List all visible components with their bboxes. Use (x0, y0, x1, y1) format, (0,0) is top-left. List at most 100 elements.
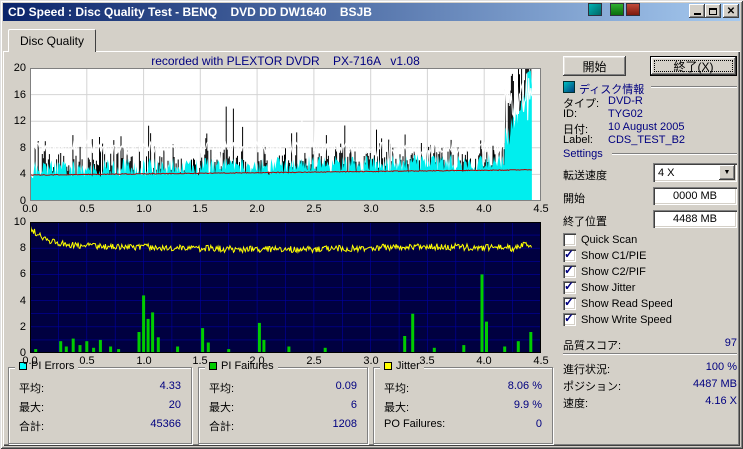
x-axis-tick: 4.5 (533, 355, 549, 367)
tab-disc-quality[interactable]: Disc Quality (8, 29, 96, 52)
show-read-speed-checkbox[interactable]: ✓ (563, 295, 576, 310)
pi-errors-avg-label: 平均: (19, 383, 45, 395)
progress-value: 100 % (705, 361, 737, 373)
speed-label: 速度: (563, 398, 589, 410)
show-jitter-checkbox[interactable]: ✓ (563, 279, 576, 294)
jitter-max-value: 9.9 % (513, 399, 542, 411)
app-window: CD Speed : Disc Quality Test - BENQ DVD … (0, 0, 743, 449)
position-value: 4487 MB (692, 378, 737, 390)
minimize-button[interactable] (689, 4, 705, 18)
disc-info-divider (651, 86, 737, 88)
pi-failures-avg-value: 0.09 (335, 380, 357, 392)
y-axis-tick: 6 (19, 268, 26, 280)
x-axis-tick: 1.5 (192, 355, 208, 367)
start-position-label: 開始 (563, 193, 585, 205)
pi-failures-max-value: 6 (350, 399, 357, 411)
pi-failures-total-value: 1208 (332, 418, 357, 430)
show-write-speed-checkbox[interactable]: ✓ (563, 311, 576, 326)
focus-ring (654, 60, 733, 72)
start-position-value: 0000 MB (672, 190, 718, 202)
disc-id-label: ID: (563, 108, 578, 120)
start-position-field[interactable]: 0000 MB (653, 187, 737, 205)
check-icon: ✓ (564, 279, 575, 293)
x-axis-tick: 4.0 (476, 203, 492, 215)
speed-combobox[interactable]: 4 X ▼ (653, 163, 737, 182)
x-axis-tick: 1.0 (136, 203, 152, 215)
show-jitter-label: Show Jitter (581, 282, 636, 294)
pi-errors-max-value: 20 (168, 399, 181, 411)
check-icon: ✓ (564, 263, 575, 277)
show-c1-pie-label: Show C1/PIE (581, 250, 647, 262)
disc-type-value: DVD-R (608, 95, 643, 107)
pi-failures-panel: PI Failures 平均: 0.09 最大: 6 合計: 1208 (198, 360, 368, 444)
pi-failures-total-label: 合計: (209, 421, 235, 433)
end-position-field[interactable]: 4488 MB (653, 210, 737, 228)
minimize-icon (693, 13, 701, 15)
y-axis-tick: 8 (19, 242, 26, 254)
end-position-value: 4488 MB (672, 213, 718, 225)
y-axis-tick: 4 (19, 168, 26, 180)
check-icon: ✓ (564, 247, 575, 261)
jitter-panel: Jitter 平均: 8.06 % 最大: 9.9 % PO Failures:… (373, 360, 553, 444)
jitter-avg-value: 8.06 % (507, 380, 542, 392)
show-c2-pif-checkbox[interactable]: ✓ (563, 263, 576, 278)
pi-errors-total-value: 45366 (150, 418, 181, 430)
disc-label-value: CDS_TEST_B2 (608, 134, 686, 146)
pi-errors-chart (30, 68, 541, 201)
x-axis-tick: 1.0 (136, 355, 152, 367)
quick-scan-checkbox[interactable] (563, 233, 576, 246)
show-c2-pif-label: Show C2/PIF (581, 266, 646, 278)
settings-title: Settings (563, 148, 603, 160)
pi-errors-total-label: 合計: (19, 421, 45, 433)
x-axis-tick: 1.5 (192, 203, 208, 215)
y-axis-tick: 10 (13, 216, 26, 228)
window-controls: ✕ (689, 4, 739, 18)
close-button[interactable]: ✕ (723, 4, 739, 18)
x-axis-tick: 4.5 (533, 203, 549, 215)
red-book-icon[interactable] (626, 2, 640, 16)
speed-value: 4.16 X (705, 395, 737, 407)
x-axis-tick: 4.0 (476, 355, 492, 367)
exit-button[interactable]: 終了(X) (650, 56, 737, 76)
jitter-avg-label: 平均: (384, 383, 410, 395)
x-axis-tick: 2.0 (249, 203, 265, 215)
speed-select-label: 転送速度 (563, 170, 607, 182)
pi-failures-max-label: 最大: (209, 402, 235, 414)
pi-errors-panel: PI Errors 平均: 4.33 最大: 20 合計: 45366 (8, 360, 192, 444)
x-axis-tick: 2.0 (249, 355, 265, 367)
y-axis-tick: 16 (13, 89, 26, 101)
pi-errors-avg-value: 4.33 (159, 380, 181, 392)
recorded-with-text: recorded with PLEXTOR DVDR PX-716A v1.08 (151, 54, 420, 68)
teal-disc-icon[interactable] (588, 2, 602, 16)
start-button-label: 開始 (582, 59, 607, 74)
x-axis-tick: 0.5 (79, 355, 95, 367)
show-c1-pie-checkbox[interactable]: ✓ (563, 247, 576, 262)
pi-failures-avg-label: 平均: (209, 383, 235, 395)
maximize-button[interactable] (705, 4, 721, 18)
y-axis-tick: 8 (19, 142, 26, 154)
window-title: CD Speed : Disc Quality Test - BENQ DVD … (8, 5, 372, 19)
po-failures-value: 0 (535, 418, 542, 430)
jitter-max-label: 最大: (384, 402, 410, 414)
settings-divider (612, 153, 737, 155)
position-label: ポジション: (563, 381, 622, 393)
disc-info-icon (563, 81, 575, 93)
po-failures-label: PO Failures: (384, 418, 446, 430)
disc-date-value: 10 August 2005 (608, 121, 685, 133)
x-axis-tick: 3.5 (419, 355, 435, 367)
quality-score-value: 97 (724, 337, 737, 349)
y-axis-tick: 4 (19, 295, 26, 307)
x-axis-tick: 0.0 (22, 355, 38, 367)
y-axis-tick: 20 (13, 62, 26, 74)
speed-combobox-dropdown-button[interactable]: ▼ (719, 165, 735, 180)
quality-score-label: 品質スコア: (563, 340, 622, 352)
tab-label: Disc Quality (19, 34, 84, 48)
y-axis-tick: 12 (13, 115, 26, 127)
x-axis-tick: 2.5 (306, 355, 322, 367)
show-write-speed-label: Show Write Speed (581, 314, 672, 326)
x-axis-tick: 3.0 (363, 203, 379, 215)
start-button[interactable]: 開始 (563, 56, 626, 76)
x-axis-tick: 3.5 (419, 203, 435, 215)
green-book-icon[interactable] (610, 2, 624, 16)
speed-combobox-value: 4 X (658, 166, 675, 179)
